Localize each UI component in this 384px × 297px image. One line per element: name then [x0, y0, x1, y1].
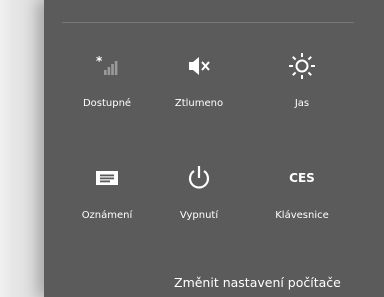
svg-text:*: *	[96, 54, 103, 68]
change-pc-settings-link[interactable]: Změnit nastavení počítače	[174, 275, 384, 290]
tile-brightness[interactable]: Jas	[257, 52, 347, 116]
keyboard-language-indicator: CES	[289, 171, 315, 185]
tile-label-brightness: Jas	[294, 98, 310, 109]
tile-label-network: Dostupné	[82, 98, 132, 109]
power-icon	[154, 164, 244, 192]
notifications-icon	[62, 164, 152, 192]
tile-volume[interactable]: Ztlumeno	[154, 52, 244, 116]
tile-label-volume: Ztlumeno	[174, 98, 224, 109]
tile-notifications[interactable]: Oznámení	[62, 164, 152, 228]
divider	[62, 22, 354, 23]
tile-label-keyboard: Klávesnice	[275, 210, 329, 221]
network-signal-icon: *	[62, 52, 152, 80]
tile-label-notifications: Oznámení	[81, 210, 133, 221]
tile-keyboard[interactable]: CES Klávesnice	[257, 164, 347, 228]
tile-label-power: Vypnutí	[179, 210, 219, 221]
brightness-icon	[257, 52, 347, 80]
tile-network[interactable]: * Dostupné	[62, 52, 152, 116]
volume-muted-icon	[154, 52, 244, 80]
settings-charm-panel: * Dostupné Ztlumeno Jas Oznámení Vypnutí…	[44, 0, 384, 297]
tile-power[interactable]: Vypnutí	[154, 164, 244, 228]
